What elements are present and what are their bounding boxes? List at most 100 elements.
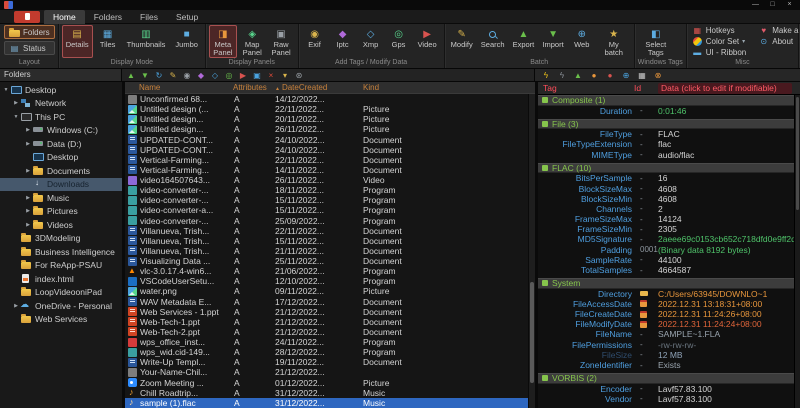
ribbon-button[interactable]: Tiles bbox=[95, 25, 121, 58]
tag-row[interactable]: BlockSizeMin - 4608 bbox=[538, 194, 800, 204]
ribbon-button[interactable]: Color Set bbox=[690, 36, 748, 47]
filter-icon[interactable]: ▾ bbox=[279, 70, 291, 81]
file-row[interactable]: Visualizing Data ... A 25/11/2022... Doc… bbox=[125, 256, 535, 266]
column-header-name[interactable]: Name bbox=[125, 83, 229, 92]
tree-item[interactable]: Documents bbox=[0, 164, 122, 178]
ribbon-button[interactable]: Hotkeys bbox=[690, 25, 748, 36]
tree-item[interactable]: Business Intelligence bbox=[0, 245, 122, 259]
maximize-button[interactable]: □ bbox=[764, 0, 781, 10]
options-icon[interactable]: ⊛ bbox=[293, 70, 305, 81]
file-row[interactable]: Web Services - 1.ppt A 21/12/2022... Doc… bbox=[125, 307, 535, 317]
file-row[interactable]: UPDATED-CONT... A 24/10/2022... Document bbox=[125, 145, 535, 155]
column-header-attributes[interactable]: Attributes bbox=[229, 83, 275, 92]
tag-value[interactable]: FLAC bbox=[658, 129, 800, 139]
file-row[interactable]: Vertical-Farming... A 14/11/2022... Docu… bbox=[125, 165, 535, 175]
ribbon-button[interactable]: Jumbo bbox=[171, 25, 202, 58]
close-panel-icon[interactable]: ⊗ bbox=[652, 70, 664, 81]
tree-item[interactable]: OneDrive - Personal bbox=[0, 299, 122, 313]
list-scrollbar[interactable] bbox=[528, 94, 535, 408]
file-row[interactable]: Villanueva, Trish... A 15/11/2022... Doc… bbox=[125, 236, 535, 246]
file-row[interactable]: Untitled design... A 26/11/2022... Pictu… bbox=[125, 124, 535, 134]
tree-item[interactable]: Videos bbox=[0, 218, 122, 232]
tag-row[interactable]: MIMEType - audio/flac bbox=[538, 150, 800, 160]
ribbon-button[interactable]: Thumbnails bbox=[123, 25, 170, 58]
tag-value[interactable]: 14124 bbox=[658, 214, 800, 224]
tag-value[interactable]: -rw-rw-rw- bbox=[658, 340, 800, 350]
ribbon-button[interactable]: Exif bbox=[302, 25, 328, 58]
tag-value[interactable]: (Binary data 8192 bytes) bbox=[658, 245, 800, 255]
expand-arrow-icon[interactable] bbox=[2, 87, 10, 93]
file-row[interactable]: VSCodeUserSetu... A 12/10/2022... Progra… bbox=[125, 276, 535, 286]
expand-arrow-icon[interactable] bbox=[24, 195, 32, 201]
tag-row[interactable]: FileModifyDate 2022.12.31 11:24:24+08:00 bbox=[538, 319, 800, 329]
expand-arrow-icon[interactable] bbox=[24, 141, 32, 147]
file-row[interactable]: Chill Roadtrip... A 31/12/2022... Music bbox=[125, 388, 535, 398]
tree-item[interactable]: index.html bbox=[0, 272, 122, 286]
tree-item[interactable]: For ReApp-PSAU bbox=[0, 259, 122, 273]
tag-value[interactable]: SAMPLE~1.FLA bbox=[658, 329, 800, 339]
tag-value[interactable]: C:/Users/63945/DOWNLO~1 bbox=[658, 289, 800, 299]
expand-arrow-icon[interactable] bbox=[12, 303, 20, 309]
tag-row[interactable]: FileName - SAMPLE~1.FLA bbox=[538, 329, 800, 339]
ribbon-button[interactable]: Video bbox=[414, 25, 441, 58]
tag-value[interactable]: 2aeee69c0153cb652c718dfd0e9ff2d4 bbox=[658, 234, 800, 244]
column-header-kind[interactable]: Kind bbox=[355, 83, 535, 92]
file-row[interactable]: Web-Tech-2.ppt A 21/12/2022... Document bbox=[125, 327, 535, 337]
tag-row[interactable]: BitsPerSample - 16 bbox=[538, 173, 800, 183]
xmp-tag-icon[interactable]: ◇ bbox=[209, 70, 221, 81]
expand-arrow-icon[interactable] bbox=[24, 222, 32, 228]
file-row[interactable]: UPDATED-CONT... A 24/10/2022... Document bbox=[125, 135, 535, 145]
file-row[interactable]: wps_office_inst... A 24/11/2022... Progr… bbox=[125, 337, 535, 347]
tag-row[interactable]: TotalSamples - 4664587 bbox=[538, 265, 800, 275]
ribbon-tab[interactable]: Home bbox=[44, 10, 85, 24]
tag-row[interactable]: FilePermissions - -rw-rw-rw- bbox=[538, 340, 800, 350]
delete-icon[interactable]: × bbox=[265, 70, 277, 81]
tag-row[interactable]: FileType - FLAC bbox=[538, 129, 800, 139]
ribbon-tab[interactable]: Files bbox=[131, 10, 167, 24]
tree-item[interactable]: Desktop bbox=[0, 151, 122, 165]
video-tag-icon[interactable]: ▶ bbox=[237, 70, 249, 81]
tag-value[interactable]: flac bbox=[658, 139, 800, 149]
ribbon-tab[interactable]: Setup bbox=[167, 10, 207, 24]
tag-value[interactable]: 4608 bbox=[658, 184, 800, 194]
ribbon-button[interactable]: Status bbox=[4, 41, 55, 55]
file-row[interactable]: sample (1).flac A 31/12/2022... Music bbox=[125, 398, 535, 408]
tag-row[interactable]: FrameSizeMax - 14124 bbox=[538, 214, 800, 224]
ribbon-button[interactable]: Iptc bbox=[330, 25, 356, 58]
run-exiftool-icon[interactable]: ϟ bbox=[540, 70, 552, 81]
tag-value[interactable]: 44100 bbox=[658, 255, 800, 265]
ribbon-button[interactable]: Web bbox=[569, 25, 595, 58]
ribbon-button[interactable]: Import bbox=[539, 25, 566, 58]
tag-row[interactable]: Encoder - Lavf57.83.100 bbox=[538, 384, 800, 394]
paste-tags-icon[interactable]: ● bbox=[604, 70, 616, 81]
ribbon-button[interactable]: About bbox=[756, 36, 800, 47]
close-button[interactable]: × bbox=[781, 0, 798, 10]
tag-value[interactable]: 2 bbox=[658, 204, 800, 214]
ribbon-button[interactable]: Xmp bbox=[358, 25, 384, 58]
tag-value[interactable]: audio/flac bbox=[658, 150, 800, 160]
tag-row[interactable]: Directory C:/Users/63945/DOWNLO~1 bbox=[538, 289, 800, 299]
file-row[interactable]: Zoom Meeting ... A 01/12/2022... Picture bbox=[125, 378, 535, 388]
file-row[interactable]: Untitled design... A 20/11/2022... Pictu… bbox=[125, 114, 535, 124]
tag-row[interactable]: MD5Signature - 2aeee69c0153cb652c718dfd0… bbox=[538, 234, 800, 244]
tag-row[interactable]: FileTypeExtension - flac bbox=[538, 139, 800, 149]
column-header-datecreated[interactable]: DateCreated bbox=[275, 83, 355, 92]
file-row[interactable]: WAV Metadata E... A 17/12/2022... Docume… bbox=[125, 297, 535, 307]
file-row[interactable]: video-converter-a... A 15/11/2022... Pro… bbox=[125, 205, 535, 215]
tree-item[interactable]: Data (D:) bbox=[0, 137, 122, 151]
tag-row[interactable]: FileCreateDate 2022.12.31 11:24:26+08:00 bbox=[538, 309, 800, 319]
ribbon-button[interactable]: Export bbox=[510, 25, 538, 58]
tree-item[interactable]: Windows (C:) bbox=[0, 124, 122, 138]
file-row[interactable]: video-converter-... A 25/09/2022... Prog… bbox=[125, 216, 535, 226]
tag-row[interactable]: Duration - 0:01:46 bbox=[538, 106, 800, 116]
tag-value[interactable]: 4608 bbox=[658, 194, 800, 204]
ribbon-button[interactable]: Details bbox=[62, 25, 93, 58]
expand-arrow-icon[interactable] bbox=[12, 114, 20, 120]
minimize-button[interactable]: — bbox=[747, 0, 764, 10]
stop-icon[interactable]: ϟ bbox=[556, 70, 568, 81]
ribbon-button[interactable]: Gps bbox=[386, 25, 412, 58]
file-row[interactable]: vlc-3.0.17.4-win6... A 21/06/2022... Pro… bbox=[125, 266, 535, 276]
copy-tags-icon[interactable]: ● bbox=[588, 70, 600, 81]
move-down-icon[interactable]: ▼ bbox=[139, 70, 151, 81]
tag-value[interactable]: 4664587 bbox=[658, 265, 800, 275]
